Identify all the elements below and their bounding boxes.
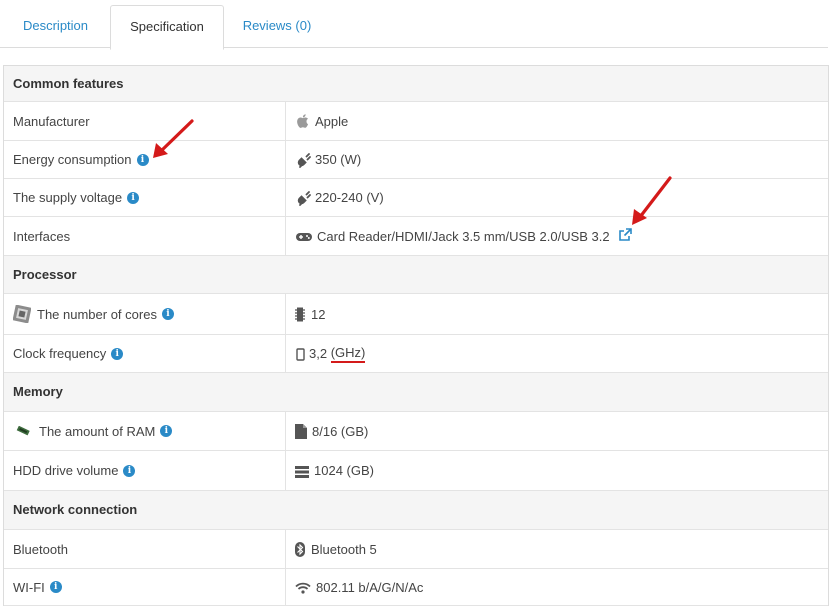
spec-row-bluetooth: Bluetooth Bluetooth 5 (4, 530, 828, 569)
spec-label-cell: Energy consumption i (4, 141, 286, 178)
spec-label: Manufacturer (13, 113, 90, 129)
spec-value: Bluetooth 5 (311, 541, 377, 557)
spec-value: 350 (W) (315, 152, 362, 167)
spec-value-cell: 12 (286, 294, 828, 334)
spec-value: 220-240 (V) (315, 190, 384, 205)
spec-label: WI-FI (13, 579, 45, 595)
server-icon (295, 463, 309, 478)
info-icon[interactable]: i (111, 347, 124, 360)
spec-value-cell: Bluetooth 5 (286, 530, 828, 568)
microchip-icon (295, 306, 305, 322)
info-icon[interactable]: i (49, 581, 62, 593)
spec-value: Card Reader/HDMI/Jack 3.5 mm/USB 2.0/USB… (317, 228, 610, 244)
spec-value-cell: 1024 (GB) (286, 451, 828, 490)
mobile-icon (295, 346, 305, 361)
spec-value-cell: 220-240 (V) (286, 179, 828, 216)
group-header-processor: Processor (4, 256, 828, 294)
file-icon (295, 423, 307, 440)
spec-label-cell: Bluetooth (4, 530, 286, 568)
spec-label-cell: The supply voltage i (4, 179, 286, 216)
spec-label-cell: Manufacturer (4, 102, 286, 140)
spec-value-cell: Card Reader/HDMI/Jack 3.5 mm/USB 2.0/USB… (286, 217, 828, 255)
spec-row-manufacturer: Manufacturer Apple (4, 102, 828, 141)
spec-label: The number of cores (37, 306, 157, 322)
spec-label: The supply voltage (13, 190, 123, 205)
apple-icon (295, 113, 311, 130)
spec-label-cell: Interfaces (4, 217, 286, 255)
spec-row-hdd: HDD drive volume i 1024 (GB) (4, 451, 828, 491)
spec-label: HDD drive volume (13, 463, 119, 478)
group-header-memory: Memory (4, 373, 828, 412)
plug-icon (295, 189, 311, 206)
spec-label-cell: The amount of RAM i (4, 412, 286, 450)
spec-label: Interfaces (13, 228, 71, 244)
bluetooth-icon (295, 541, 305, 558)
external-link-icon[interactable] (618, 227, 632, 245)
spec-value-cell: 3,2 (GHz) (286, 335, 828, 372)
spec-label-cell: The number of cores i (4, 294, 286, 334)
spec-value-cell: Apple (286, 102, 828, 140)
spec-label-cell: WI-FI i (4, 569, 286, 605)
wifi-icon (295, 580, 311, 595)
spec-value-cell: 350 (W) (286, 141, 828, 178)
spec-row-wifi: WI-FI i 802.11 b/A/G/N/Ac (4, 569, 828, 606)
spec-row-interfaces: Interfaces Card Reader/HDMI/Jack 3.5 mm/… (4, 217, 828, 256)
spec-value-cell: 802.11 b/A/G/N/Ac (286, 569, 828, 605)
clock-unit: (GHz) (330, 345, 366, 363)
spec-value: 802.11 b/A/G/N/Ac (316, 579, 424, 595)
tab-reviews[interactable]: Reviews (0) (224, 5, 330, 47)
spec-label-cell: HDD drive volume i (4, 451, 286, 490)
spec-row-voltage: The supply voltage i 220-240 (V) (4, 179, 828, 217)
spec-value: 1024 (GB) (314, 463, 374, 478)
group-header-common: Common features (4, 66, 828, 102)
specification-table: Common features Manufacturer Apple Energ… (3, 65, 829, 606)
info-icon[interactable]: i (127, 191, 140, 204)
spec-row-energy: Energy consumption i 350 (W) (4, 141, 828, 179)
info-icon[interactable]: i (160, 425, 173, 437)
plug-icon (295, 151, 311, 168)
tab-bar: Description Specification Reviews (0) (0, 0, 830, 50)
spec-value: 8/16 (GB) (312, 423, 369, 439)
tab-specification[interactable]: Specification (110, 5, 224, 50)
spec-row-cores: The number of cores i 12 (4, 294, 828, 335)
spec-label: Clock frequency (13, 346, 107, 361)
tab-description[interactable]: Description (4, 5, 107, 47)
spec-label-cell: Clock frequency i (4, 335, 286, 372)
spec-value: Apple (315, 113, 349, 129)
info-icon[interactable]: i (123, 464, 136, 477)
spec-label: The amount of RAM (39, 423, 156, 439)
spec-label: Energy consumption (13, 152, 132, 167)
ram-stick-icon (16, 426, 30, 436)
spec-row-clock: Clock frequency i 3,2 (GHz) (4, 335, 828, 373)
info-icon[interactable]: i (136, 153, 149, 166)
spec-label: Bluetooth (13, 541, 68, 557)
spec-value: 3,2 (309, 346, 328, 361)
processor-icon (13, 305, 31, 323)
info-icon[interactable]: i (161, 308, 174, 320)
spec-row-ram: The amount of RAM i 8/16 (GB) (4, 412, 828, 451)
group-header-network: Network connection (4, 491, 828, 530)
gamepad-icon (295, 229, 313, 244)
spec-value-cell: 8/16 (GB) (286, 412, 828, 450)
spec-value: 12 (311, 306, 326, 322)
